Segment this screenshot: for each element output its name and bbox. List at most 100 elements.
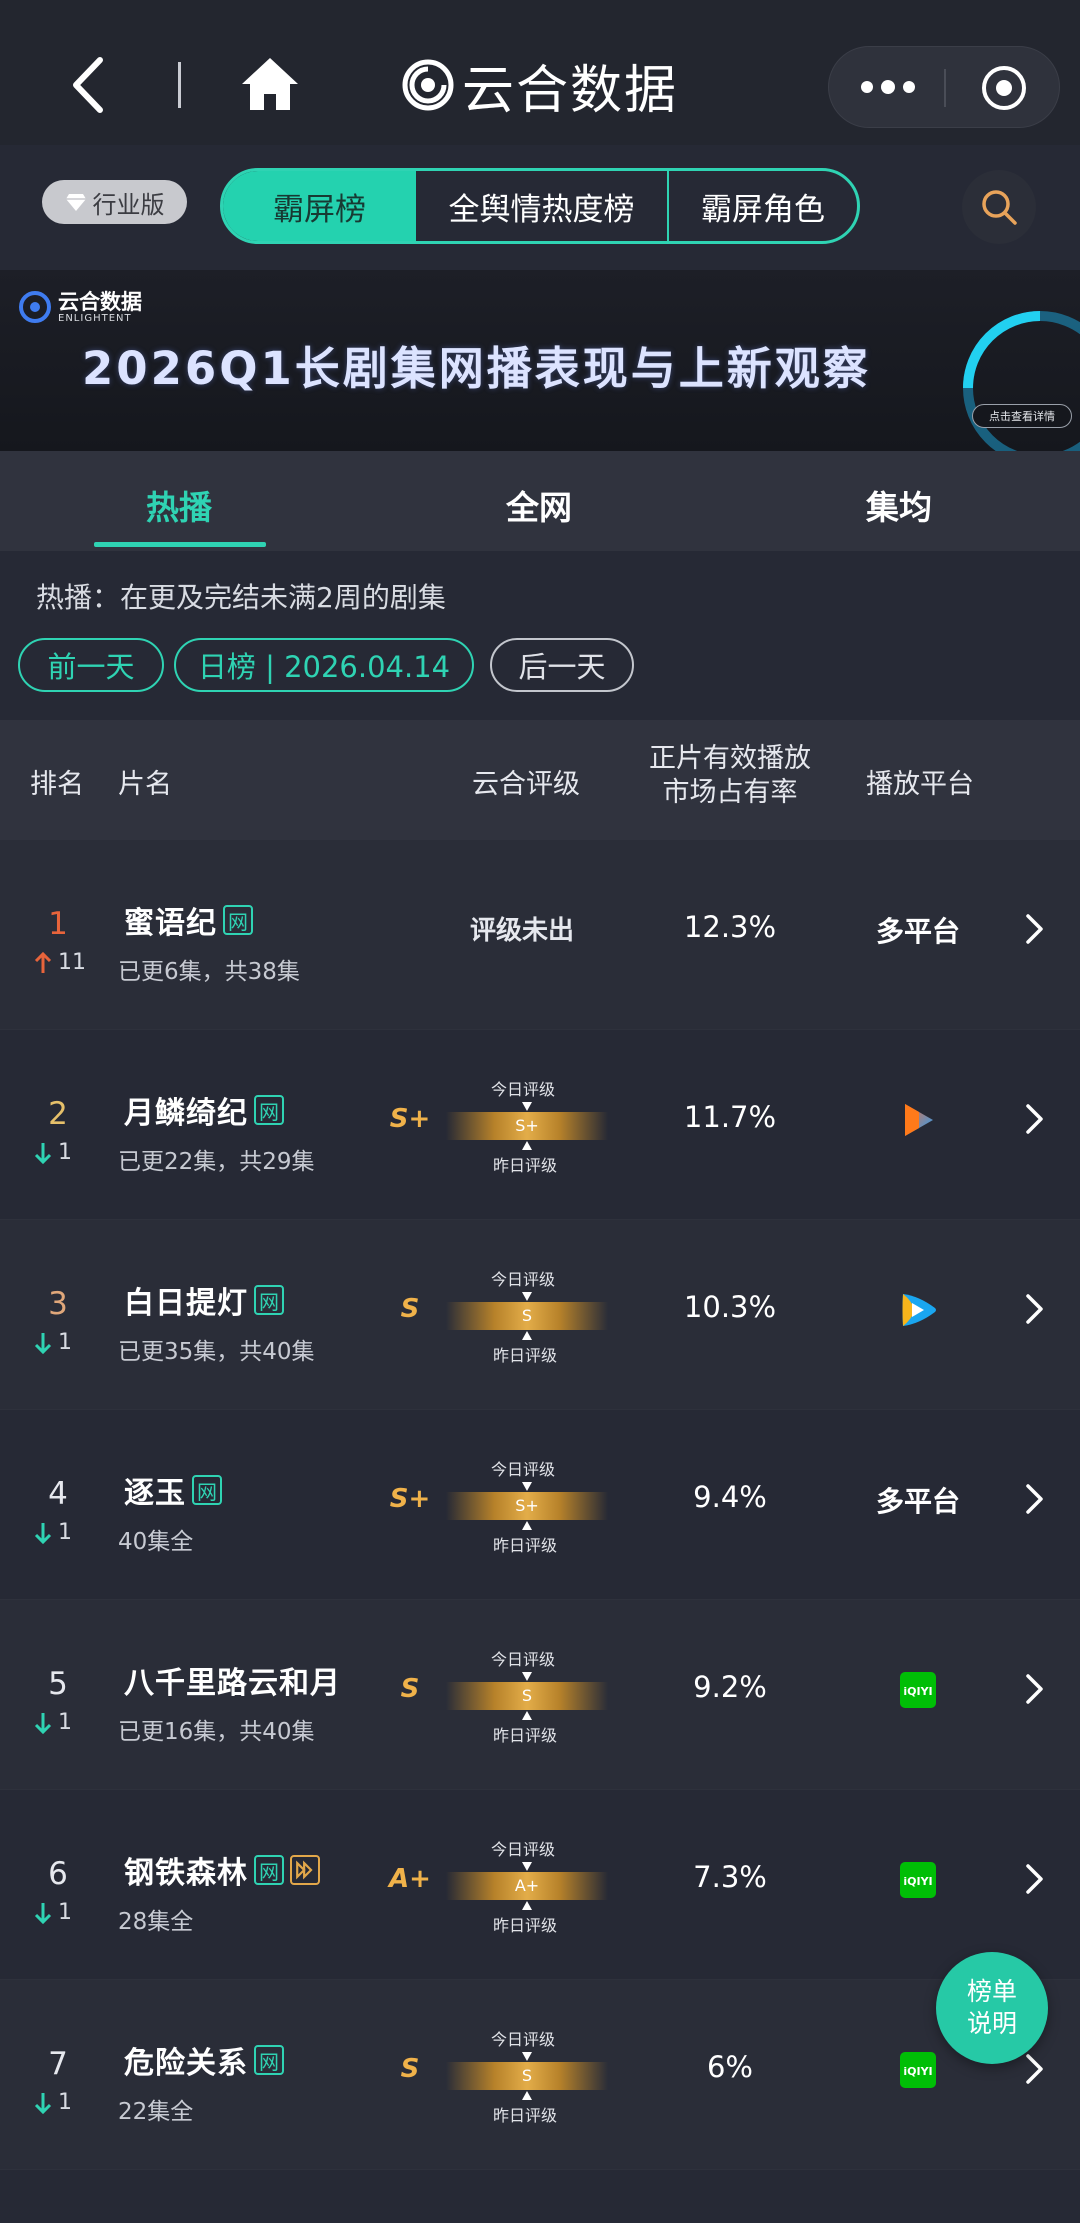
drama-title[interactable]: 钢铁森林	[124, 1848, 248, 1892]
market-share: 9.4%	[693, 1480, 767, 1514]
drama-title[interactable]: 危险关系	[124, 2038, 248, 2082]
tab-dominance-chart[interactable]: 霸屏榜	[223, 171, 416, 241]
table-row[interactable]: 7 1 危险关系网 22集全 S 今日评级 S 昨日评级 6% iQIYI	[0, 1980, 1080, 2170]
grade-yesterday-label: 昨日评级	[492, 1536, 557, 1555]
web-drama-tag: 网	[223, 905, 253, 935]
yesterday-marker-icon	[522, 1141, 532, 1150]
grade-bar: S	[446, 2062, 608, 2090]
episode-status: 28集全	[118, 1909, 194, 1935]
subtab-per-episode[interactable]: 集均	[866, 481, 932, 529]
ranking-description: 热播：在更及完结未满2周的剧集	[36, 581, 446, 614]
table-row[interactable]: 5 1 八千里路云和月 已更16集，共40集 S 今日评级 S 昨日评级 9.2% iQIYI	[0, 1600, 1080, 1790]
drama-title-group: 危险关系网	[124, 2038, 284, 2082]
drama-title[interactable]: 逐玉	[124, 1468, 186, 1512]
web-drama-tag: 网	[192, 1475, 222, 1505]
banner-logo: 云合数据 ENLIGHTENT	[18, 290, 142, 324]
diamond-icon	[65, 194, 86, 211]
nav-divider	[178, 62, 181, 108]
chevron-right-icon[interactable]	[1024, 1102, 1046, 1136]
rank-change: 11	[34, 950, 86, 975]
tab-dominance-roles[interactable]: 霸屏角色	[669, 171, 857, 241]
grade-bar: S+	[446, 1492, 608, 1520]
close-mini-program-icon[interactable]	[979, 63, 1029, 113]
grade-bar: A+	[446, 1872, 608, 1900]
grade-letter: A+	[389, 1864, 431, 1894]
rank-change: 1	[34, 2090, 72, 2115]
today-marker-icon	[522, 1672, 532, 1681]
chevron-right-icon[interactable]	[1024, 1862, 1046, 1896]
drama-title-group: 白日提灯网	[124, 1278, 284, 1322]
grade-letter: S+	[389, 1484, 431, 1514]
header-grade: 云合评级	[472, 769, 580, 800]
more-icon[interactable]	[855, 67, 921, 107]
ranking-explanation-button[interactable]: 榜单 说明	[936, 1952, 1048, 2064]
tab-sentiment-heat-chart[interactable]: 全舆情热度榜	[416, 171, 669, 241]
grade-letter: S	[400, 1294, 420, 1324]
grade-status: 评级未出	[470, 916, 575, 946]
drama-title[interactable]: 蜜语纪	[124, 898, 217, 942]
back-arrow-icon[interactable]	[60, 52, 120, 118]
banner-logo-cn: 云合数据	[58, 289, 142, 314]
header-platform: 播放平台	[866, 769, 974, 800]
grade-today-label: 今日评级	[490, 1840, 555, 1859]
yesterday-marker-icon	[522, 1711, 532, 1720]
search-icon	[982, 190, 1017, 225]
grade-bar-value: S	[521, 1686, 533, 1705]
chevron-right-icon[interactable]	[1024, 912, 1046, 946]
promo-banner[interactable]: 云合数据 ENLIGHTENT 2026Q1长剧集网播表现与上新观察 点击查看详…	[0, 270, 1080, 451]
header-rank: 排名	[30, 769, 84, 800]
rank-change: 1	[34, 1520, 72, 1545]
rank-change-value: 1	[58, 1710, 72, 1735]
table-row[interactable]: 1 11 蜜语纪网已更6集，共38集 评级未出 12.3% 多平台	[0, 840, 1080, 1030]
chevron-right-icon[interactable]	[1024, 1482, 1046, 1516]
rank-number: 7	[48, 2046, 68, 2082]
table-row[interactable]: 3 1 白日提灯网已更35集，共40集 S 今日评级 S 昨日评级 10.3%	[0, 1220, 1080, 1410]
grade-letter: S+	[389, 1104, 431, 1134]
episode-status: 已更6集，共38集	[118, 959, 300, 985]
banner-title: 2026Q1长剧集网播表现与上新观察	[82, 342, 871, 395]
previous-day-button[interactable]: 前一天	[18, 638, 164, 692]
chevron-right-icon[interactable]	[1024, 1292, 1046, 1326]
web-drama-tag: 网	[254, 1285, 284, 1315]
market-share: 12.3%	[683, 910, 777, 944]
table-row[interactable]: 4 1 逐玉网 40集全 S+ 今日评级 S+ 昨日评级 9.4% 多平台	[0, 1410, 1080, 1600]
drama-title[interactable]: 月鳞绮纪	[124, 1088, 248, 1132]
brand-logo-icon	[402, 59, 454, 111]
episode-status: 已更22集，共29集	[118, 1149, 315, 1175]
edition-badge[interactable]: 行业版	[42, 180, 187, 224]
grade-bar-value: S+	[515, 1496, 539, 1515]
yesterday-marker-icon	[522, 1521, 532, 1530]
rank-change: 1	[34, 1140, 72, 1165]
drama-title-group: 八千里路云和月	[124, 1658, 341, 1702]
brand: 云合数据	[402, 50, 678, 121]
svg-text:iQIYI: iQIYI	[903, 1875, 932, 1888]
next-day-button[interactable]: 后一天	[490, 638, 634, 692]
drama-title[interactable]: 八千里路云和月	[124, 1658, 341, 1702]
date-selector[interactable]: 日榜 | 2026.04.14	[174, 638, 474, 692]
subtab-hot[interactable]: 热播	[146, 481, 212, 529]
drama-title[interactable]: 白日提灯	[124, 1278, 248, 1322]
table-row[interactable]: 6 1 钢铁森林网 28集全 A+ 今日评级 A+ 昨日评级 7.3% iQIYI	[0, 1790, 1080, 1980]
trend-down-icon	[34, 1522, 52, 1544]
rank-number: 4	[48, 1476, 68, 1512]
grade-bar-value: S	[521, 1306, 533, 1325]
rank-number: 3	[48, 1286, 68, 1322]
banner-cta-button[interactable]: 点击查看详情	[972, 404, 1072, 428]
rank-change-value: 1	[58, 1330, 72, 1355]
home-icon[interactable]	[240, 56, 300, 112]
yesterday-marker-icon	[522, 1901, 532, 1910]
chevron-right-icon[interactable]	[1024, 1672, 1046, 1706]
drama-title-group: 月鳞绮纪网	[124, 1088, 284, 1132]
chevron-right-icon[interactable]	[1024, 2052, 1046, 2086]
category-tabs: 霸屏榜 全舆情热度榜 霸屏角色	[220, 168, 860, 244]
edition-label: 行业版	[92, 190, 165, 219]
svg-text:iQIYI: iQIYI	[903, 2065, 932, 2078]
grade-yesterday-label: 昨日评级	[492, 2106, 557, 2125]
subtab-all-network[interactable]: 全网	[506, 481, 572, 529]
search-button[interactable]	[962, 170, 1036, 244]
table-row[interactable]: 2 1 月鳞绮纪网已更22集，共29集 S+ 今日评级 S+ 昨日评级 11.7%	[0, 1030, 1080, 1220]
iqiyi-icon: iQIYI	[900, 1672, 936, 1708]
today-marker-icon	[522, 2052, 532, 2061]
trend-down-icon	[34, 2092, 52, 2114]
web-drama-tag: 网	[254, 2045, 284, 2075]
